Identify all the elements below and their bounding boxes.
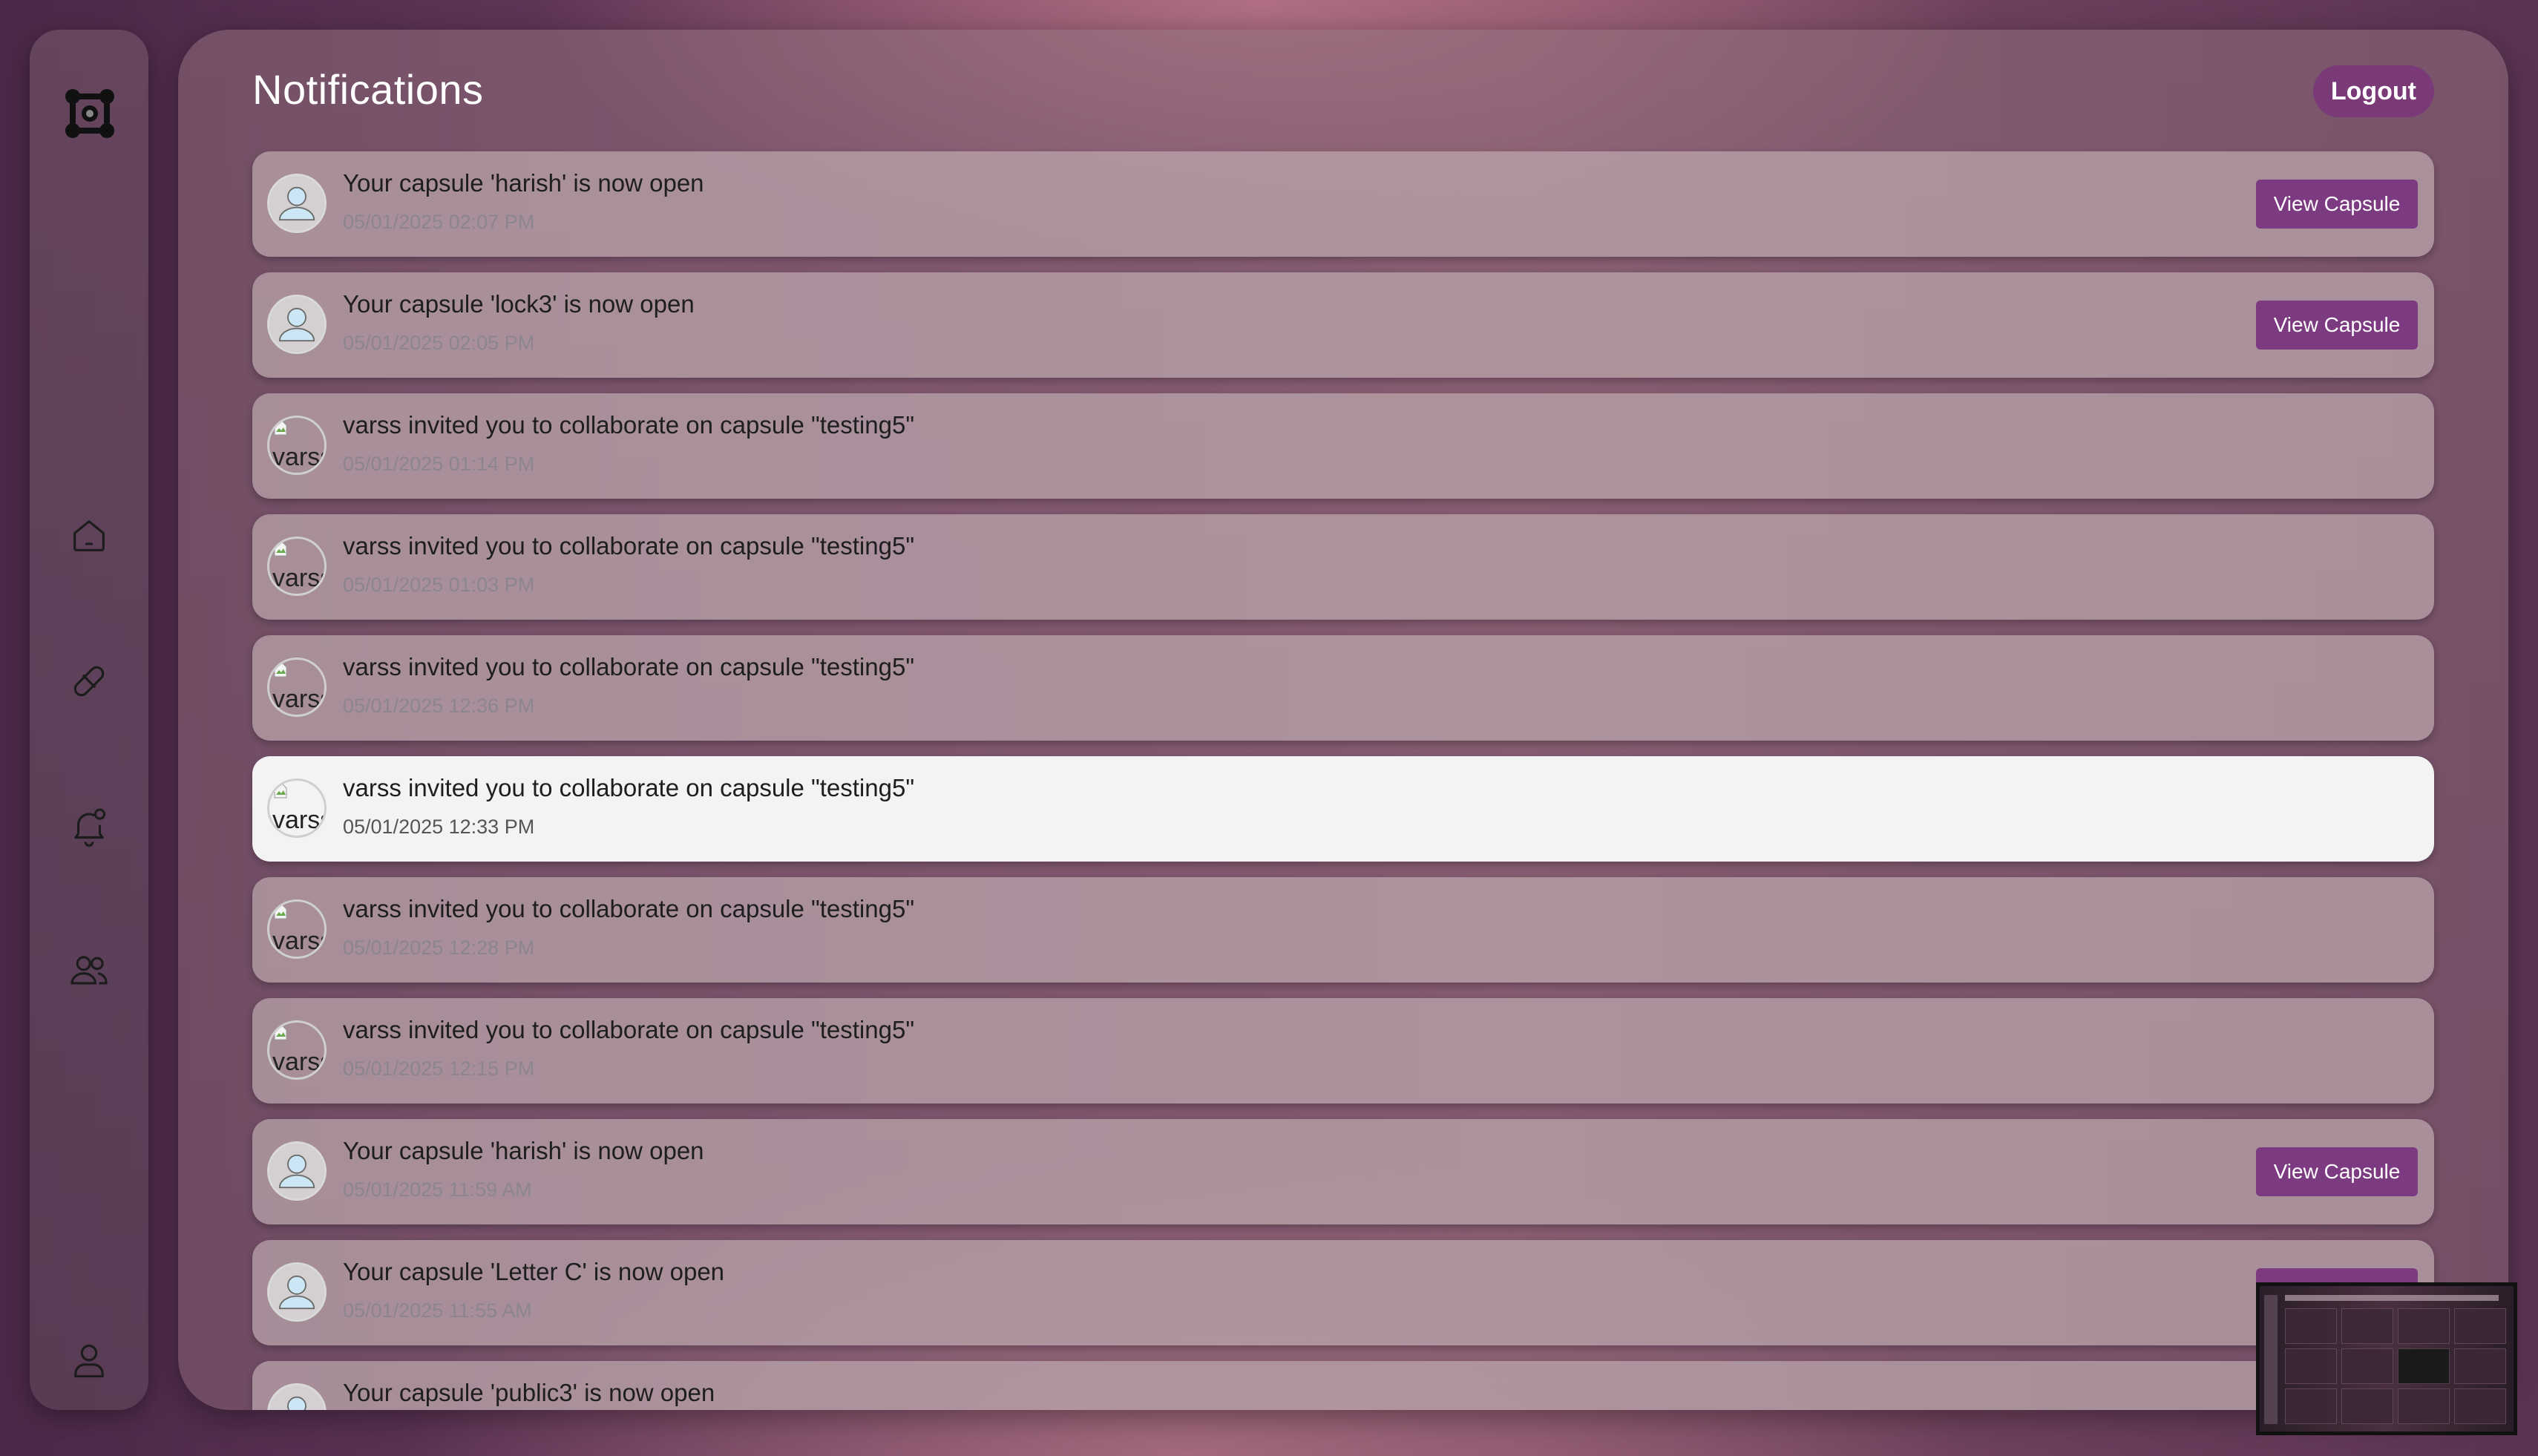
broken-image-icon — [274, 784, 287, 798]
avatar-alt-text: varss — [272, 927, 324, 955]
notification-message: Your capsule 'lock3' is now open — [343, 290, 695, 318]
notification-timestamp: 05/01/2025 11:55 AM — [343, 1299, 532, 1322]
avatar: varss — [267, 537, 327, 596]
notification-card[interactable]: Your capsule 'public3' is now open — [252, 1361, 2434, 1410]
pill-icon — [73, 666, 105, 697]
avatar — [267, 174, 327, 233]
user-icon — [74, 1344, 104, 1378]
home-icon — [73, 520, 105, 551]
notification-timestamp: 05/01/2025 01:03 PM — [343, 574, 535, 596]
avatar-alt-text: varss — [272, 564, 324, 592]
default-avatar-icon — [269, 1265, 324, 1319]
avatar — [267, 295, 327, 354]
notification-message: Your capsule 'harish' is now open — [343, 169, 704, 197]
users-icon — [70, 956, 108, 985]
notification-card[interactable]: varss varss invited you to collaborate on… — [252, 635, 2434, 741]
broken-image-icon — [274, 421, 287, 436]
default-avatar-icon — [269, 1386, 324, 1410]
sidebar-item-notifications[interactable] — [59, 797, 119, 856]
sidebar — [30, 30, 148, 1410]
notification-card[interactable]: varss varss invited you to collaborate on… — [252, 877, 2434, 983]
logout-button[interactable]: Logout — [2312, 65, 2434, 117]
notification-message: varss invited you to collaborate on caps… — [343, 532, 915, 560]
notification-message: Your capsule 'harish' is now open — [343, 1137, 704, 1164]
avatar: varss — [267, 778, 327, 838]
default-avatar-icon — [269, 176, 324, 231]
broken-image-icon — [274, 542, 287, 557]
notification-timestamp: 05/01/2025 12:15 PM — [343, 1057, 535, 1080]
notification-card[interactable]: varss varss invited you to collaborate on… — [252, 514, 2434, 620]
notification-message: Your capsule 'public3' is now open — [343, 1379, 715, 1406]
notification-timestamp: 05/01/2025 12:33 PM — [343, 816, 535, 838]
notification-card[interactable]: varss varss invited you to collaborate on… — [252, 998, 2434, 1104]
notification-timestamp: 05/01/2025 12:28 PM — [343, 937, 535, 959]
notification-message: varss invited you to collaborate on caps… — [343, 895, 915, 922]
default-avatar-icon — [269, 1144, 324, 1198]
view-capsule-button[interactable]: View Capsule — [2256, 1147, 2418, 1196]
avatar — [267, 1383, 327, 1410]
notification-message: varss invited you to collaborate on caps… — [343, 1016, 915, 1043]
bell-icon — [74, 808, 106, 847]
notification-card[interactable]: Your capsule 'Letter C' is now open 05/01… — [252, 1240, 2434, 1345]
broken-image-icon — [274, 1026, 287, 1040]
avatar: varss — [267, 899, 327, 959]
avatar: varss — [267, 658, 327, 717]
page-title: Notifications — [252, 66, 484, 113]
avatar — [267, 1262, 327, 1322]
notification-message: varss invited you to collaborate on caps… — [343, 653, 915, 681]
default-avatar-icon — [269, 297, 324, 352]
notification-list: Your capsule 'harish' is now open 05/01/2… — [252, 151, 2434, 1410]
avatar-alt-text: varss — [272, 685, 324, 713]
app-logo[interactable] — [64, 88, 116, 140]
notification-timestamp: 05/01/2025 01:14 PM — [343, 453, 535, 475]
avatar-alt-text: varss — [272, 443, 324, 471]
notification-card[interactable]: Your capsule 'harish' is now open 05/01/2… — [252, 151, 2434, 257]
notification-message: varss invited you to collaborate on caps… — [343, 411, 915, 439]
notification-timestamp: 05/01/2025 11:59 AM — [343, 1178, 532, 1201]
notification-timestamp: 05/01/2025 12:36 PM — [343, 695, 535, 717]
avatar-alt-text: varss — [272, 1048, 324, 1076]
notification-card[interactable]: varss varss invited you to collaborate on… — [252, 756, 2434, 862]
main-panel: Notifications Logout Your capsule 'haris… — [178, 30, 2508, 1410]
broken-image-icon — [274, 663, 287, 678]
screenshot-thumbnail[interactable] — [2256, 1282, 2517, 1435]
notification-timestamp: 05/01/2025 02:07 PM — [343, 211, 535, 233]
view-capsule-button[interactable]: View Capsule — [2256, 180, 2418, 229]
sidebar-item-capsules[interactable] — [59, 652, 119, 711]
avatar: varss — [267, 416, 327, 475]
sidebar-item-home[interactable] — [59, 506, 119, 565]
notification-timestamp: 05/01/2025 02:05 PM — [343, 332, 535, 354]
notification-card[interactable]: varss varss invited you to collaborate on… — [252, 393, 2434, 499]
sidebar-item-profile[interactable] — [59, 1331, 119, 1391]
avatar: varss — [267, 1020, 327, 1080]
broken-image-icon — [274, 905, 287, 919]
notification-message: Your capsule 'Letter C' is now open — [343, 1258, 725, 1285]
notification-message: varss invited you to collaborate on caps… — [343, 774, 915, 801]
sidebar-item-friends[interactable] — [59, 941, 119, 1000]
notification-card[interactable]: Your capsule 'lock3' is now open 05/01/20… — [252, 272, 2434, 378]
notification-card[interactable]: Your capsule 'harish' is now open 05/01/2… — [252, 1119, 2434, 1224]
view-capsule-button[interactable]: View Capsule — [2256, 301, 2418, 350]
avatar-alt-text: varss — [272, 806, 324, 834]
avatar — [267, 1141, 327, 1201]
